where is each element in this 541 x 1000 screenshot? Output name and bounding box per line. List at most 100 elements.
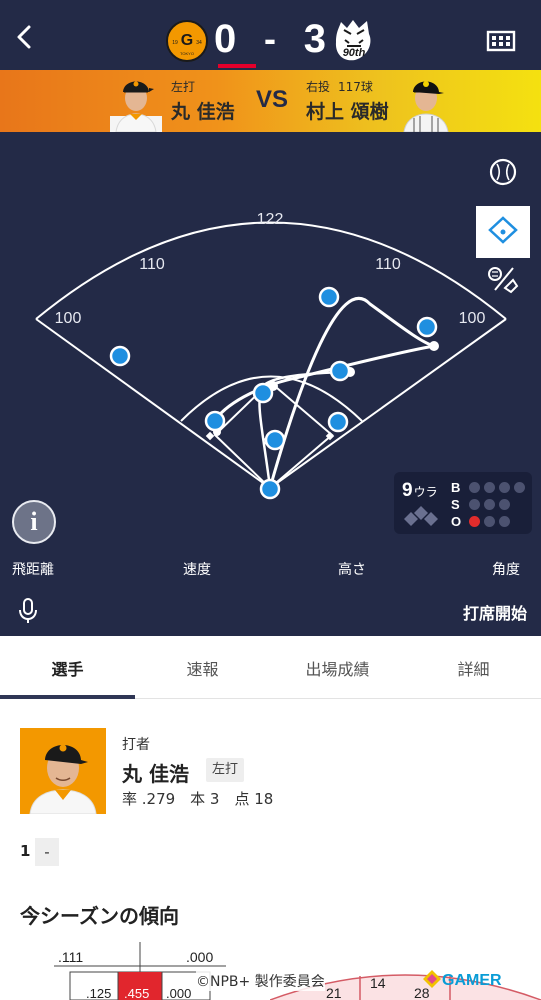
count-panel: 9ウラ B S O [394, 472, 532, 534]
ball-dot [499, 481, 510, 493]
ball-dot [469, 481, 480, 493]
out-dot [499, 515, 510, 527]
away-score: 3 [303, 16, 326, 61]
batted-ball-field: 122 110 110 100 100 9ウラ B S O i [0, 132, 541, 553]
fielder-marker-second [329, 360, 351, 382]
tab-player[interactable]: 選手 [0, 636, 135, 698]
at-bat-start-button[interactable]: 打席開始 [463, 600, 527, 624]
batter-photo [110, 72, 162, 132]
out-dot [484, 515, 495, 527]
pitcher-photo [400, 72, 452, 132]
zone-cell: .455 [124, 986, 149, 1000]
back-arrow-icon[interactable] [10, 22, 40, 52]
fielder-marker-right [416, 316, 438, 338]
batter-card-stats: 率 .279 本 3 点 18 [122, 790, 274, 808]
strike-count-row: S [451, 496, 510, 512]
home-score-indicator [218, 64, 256, 68]
microphone-icon[interactable] [16, 597, 40, 625]
fielder-marker-center [318, 286, 340, 308]
copyright-watermark: ©NPB+ 製作委員会 [196, 971, 325, 991]
inning-number: 9 [402, 480, 413, 501]
spray-value: 21 [326, 985, 342, 1000]
distance-left: 100 [55, 310, 82, 327]
versus-label: VS [256, 86, 289, 113]
away-team-logo: 90th [331, 16, 377, 64]
metric-speed-label: 速度 [183, 562, 211, 578]
info-button[interactable]: i [12, 500, 56, 544]
fielder-marker-pitcher [264, 429, 286, 451]
score-separator: - [264, 18, 276, 59]
gamer-logo-icon [423, 970, 441, 988]
fielder-marker-short [252, 382, 274, 404]
home-score: 0 [214, 16, 237, 61]
fielder-marker-first [327, 411, 349, 433]
home-logo-bottom: TOKYO [180, 51, 194, 56]
matchup-banner: 左打 丸 佳浩 VS 右投 117球 村上 頌樹 [0, 70, 541, 132]
home-logo-year-right: 34 [196, 40, 202, 46]
info-icon: i [30, 507, 38, 536]
batter-hand-label: 左打 [171, 80, 196, 94]
inning-half: ウラ [413, 485, 438, 499]
strike-dot [469, 498, 480, 510]
at-bat-number: 1 [20, 842, 31, 860]
hit-metrics-bar: 飛距離 速度 高さ 角度 [0, 553, 541, 583]
outfield-fence [35, 221, 507, 320]
batter-name: 丸 佳浩 [171, 101, 235, 123]
base-runner-diamonds [404, 506, 438, 526]
ball-label: B [451, 479, 461, 495]
tab-live[interactable]: 速報 [135, 636, 270, 698]
zone-top-left: .111 [58, 949, 83, 965]
metric-height-label: 高さ [338, 562, 366, 578]
distance-right: 100 [459, 310, 486, 327]
detail-tabs: 選手 速報 出場成績 詳細 [0, 636, 541, 699]
at-bat-result[interactable]: - [35, 838, 59, 866]
metric-angle-label: 角度 [492, 562, 520, 578]
ball-count-row: B [451, 479, 525, 495]
out-label: O [451, 513, 462, 529]
ball-dot [484, 481, 495, 493]
pitch-count: 117球 [338, 80, 373, 94]
pitcher-name: 村上 頌樹 [306, 101, 389, 123]
strike-label: S [451, 496, 460, 512]
gamer-logo-text: GAMER [442, 972, 502, 989]
zone-cell: .000 [166, 986, 191, 1000]
away-logo-mark: 90th [343, 47, 366, 59]
home-logo-letter: G [181, 32, 193, 49]
score-header: G 19 34 TOKYO 0 - 3 90th [0, 0, 541, 70]
pitch-view-icon[interactable] [483, 152, 523, 192]
fielder-marker-catcher [259, 478, 281, 500]
distance-left-center: 110 [139, 256, 165, 273]
field-view-button[interactable] [476, 206, 530, 258]
zone-top-right: .000 [186, 949, 213, 965]
field-view-icon [488, 216, 518, 244]
strike-dot [484, 498, 495, 510]
batter-card-photo [20, 728, 106, 814]
distance-center: 122 [257, 211, 284, 228]
trajectory-endpoint [429, 341, 439, 351]
out-count-row: O [451, 513, 510, 529]
zone-cell: .125 [86, 986, 111, 1000]
right-foul-line [269, 318, 507, 489]
distance-right-center: 110 [375, 256, 401, 273]
spray-value: 14 [370, 975, 386, 991]
third-base [205, 431, 215, 441]
season-trend-title: 今シーズンの傾向 [20, 904, 179, 928]
pitcher-batter-view-icon[interactable] [483, 260, 523, 300]
home-logo-year-left: 19 [172, 40, 178, 46]
metric-distance-label: 飛距離 [12, 562, 54, 578]
fielder-marker-third [204, 410, 226, 432]
gamer-logo: GAMER [422, 969, 502, 990]
home-team-logo: G 19 34 TOKYO [166, 20, 208, 62]
fielder-marker-left [109, 345, 131, 367]
tab-details[interactable]: 詳細 [406, 636, 541, 698]
scoreboard-icon[interactable] [486, 28, 516, 54]
out-dot [469, 515, 480, 527]
tab-appearances[interactable]: 出場成績 [270, 636, 405, 698]
scoreboard: 0 - 3 [214, 14, 326, 64]
batter-role-label: 打者 [122, 737, 150, 753]
batter-card-name: 丸 佳浩 [122, 762, 189, 786]
action-bar: 打席開始 [0, 583, 541, 636]
strike-dot [499, 498, 510, 510]
inning-indicator: 9ウラ [402, 480, 438, 502]
batter-card-hand-badge: 左打 [206, 758, 245, 782]
